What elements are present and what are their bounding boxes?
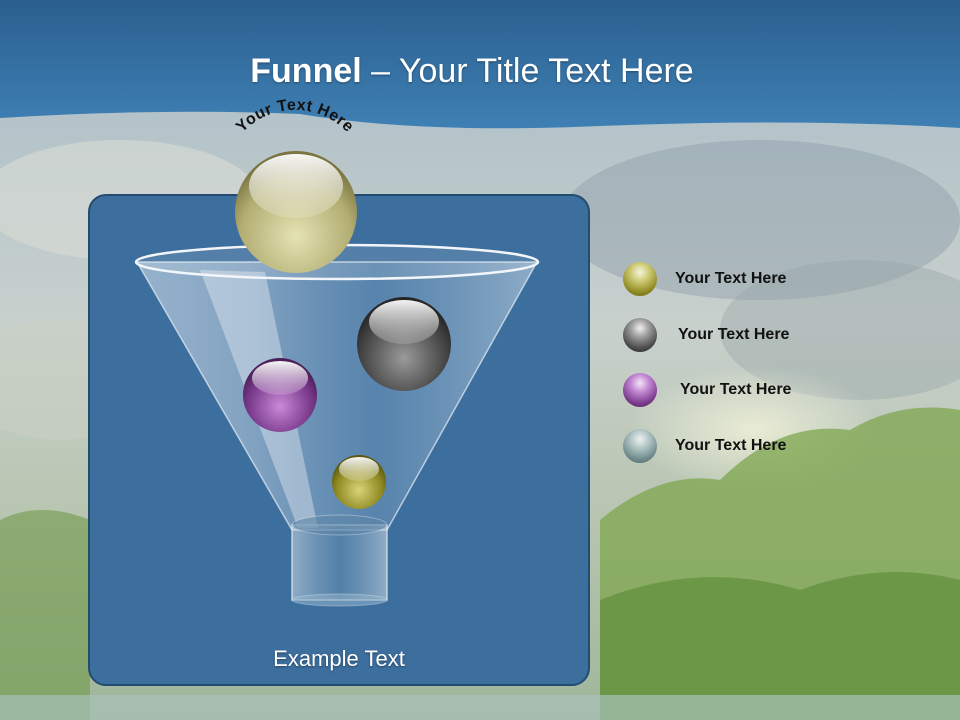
legend-item-2: Your Text Here <box>623 318 843 354</box>
olive-ball-icon <box>623 262 657 296</box>
teal-ball-icon <box>623 429 657 463</box>
legend-item-1: Your Text Here <box>623 262 843 298</box>
example-text: Example Text <box>273 646 405 671</box>
purple-ball-icon <box>623 373 657 407</box>
ball-top <box>235 151 357 273</box>
legend-item-3: Your Text Here <box>623 373 843 409</box>
gray-ball-icon <box>623 318 657 352</box>
ball-purple <box>243 358 317 432</box>
ball-olive <box>332 455 386 509</box>
legend-label: Your Text Here <box>678 326 790 343</box>
legend-label: Your Text Here <box>675 270 787 287</box>
legend-label: Your Text Here <box>680 381 792 398</box>
funnel-diagram: Your Text Here <box>134 97 540 607</box>
legend-item-4: Your Text Here <box>623 429 843 465</box>
funnel-spout <box>291 524 388 601</box>
legend-label: Your Text Here <box>675 437 787 454</box>
slide: Funnel – Your Title Text Here Your Text … <box>0 0 960 720</box>
ball-gray <box>357 297 451 391</box>
arc-label: Your Text Here <box>233 97 357 136</box>
